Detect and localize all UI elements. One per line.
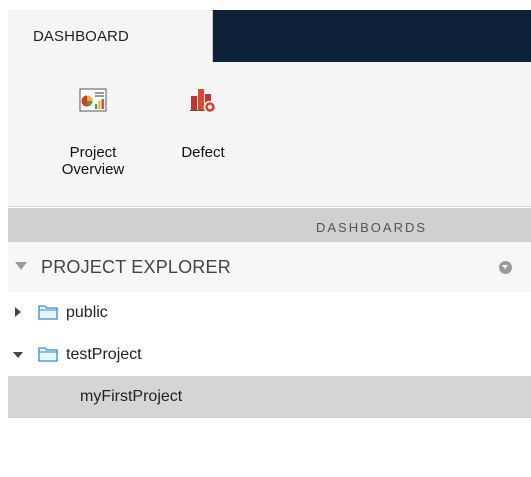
tree-item-myfirstproject[interactable]: myFirstProject (8, 376, 531, 418)
tab-dashboard[interactable]: DASHBOARD (8, 10, 213, 63)
app-window: DASHBOARD Project Overview Defect DASHBO… (0, 0, 531, 477)
defect-button[interactable]: Defect (168, 86, 238, 161)
section-label-dashboards: DASHBOARDS (316, 220, 428, 235)
tree-item-public[interactable]: public (8, 292, 531, 334)
tab-strip: DASHBOARD (0, 0, 531, 63)
folder-icon (38, 305, 58, 320)
expand-arrow-icon[interactable] (15, 307, 21, 317)
tree-item-label: public (66, 304, 108, 321)
toolstrip-section-bar: DASHBOARDS (8, 208, 531, 242)
tree-item-testproject[interactable]: testProject (8, 334, 531, 376)
project-overview-button[interactable]: Project Overview (38, 86, 148, 178)
project-overview-icon (79, 88, 107, 112)
project-explorer-panel: PROJECT EXPLORER public testProject myFi… (8, 242, 531, 477)
defect-icon (190, 89, 217, 114)
collapse-arrow-icon[interactable] (13, 352, 23, 358)
panel-menu-icon[interactable] (499, 261, 512, 274)
folder-icon (38, 347, 58, 362)
defect-label: Defect (181, 144, 225, 161)
tree-item-label: myFirstProject (80, 388, 183, 405)
project-explorer-header[interactable]: PROJECT EXPLORER (8, 242, 531, 292)
collapse-triangle-icon[interactable] (15, 262, 27, 270)
tree-item-label: testProject (66, 346, 142, 363)
project-overview-label: Project Overview (61, 144, 125, 178)
project-explorer-title: PROJECT EXPLORER (41, 257, 231, 277)
toolstrip: Project Overview Defect (8, 62, 531, 207)
